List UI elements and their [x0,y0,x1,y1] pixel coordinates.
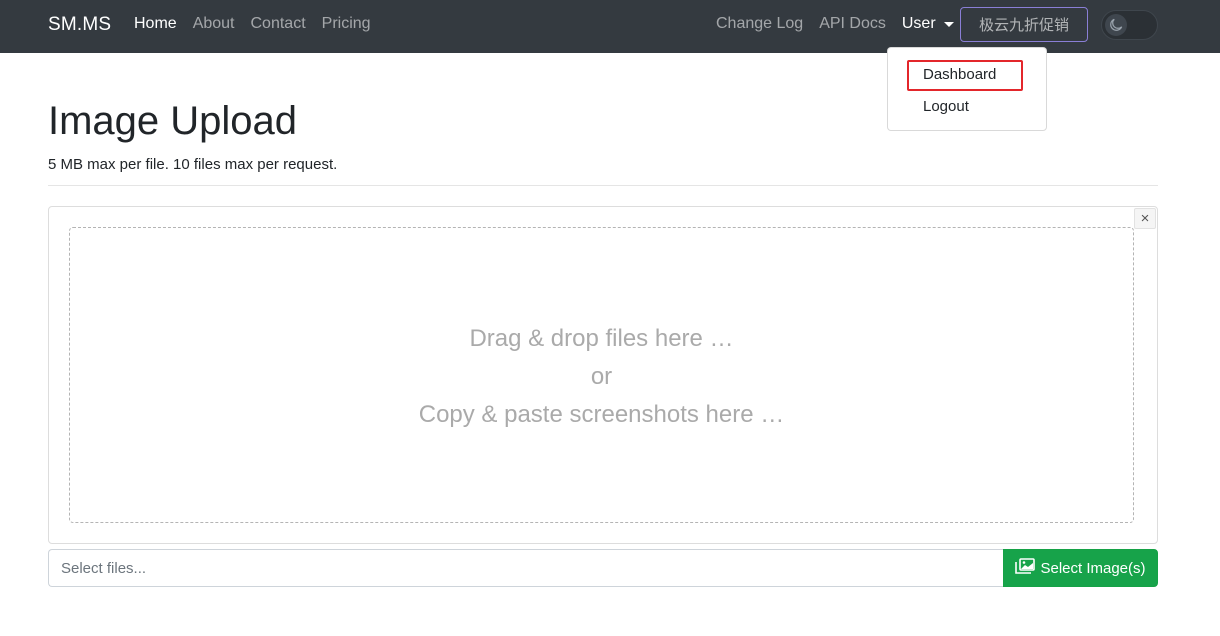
nav-link-about[interactable]: About [193,15,235,33]
user-dropdown-menu: Dashboard Logout [887,47,1047,131]
close-icon[interactable]: × [1134,208,1156,229]
nav-link-contact[interactable]: Contact [251,15,306,33]
secondary-nav: Change Log API Docs User [716,15,954,33]
select-images-label: Select Image(s) [1040,559,1146,577]
drop-zone-text-paste: Copy & paste screenshots here … [418,401,785,428]
upload-limits-text: 5 MB max per file. 10 files max per requ… [48,156,338,173]
nav-link-pricing[interactable]: Pricing [322,15,371,33]
dark-mode-toggle[interactable] [1101,10,1158,40]
user-menu-label: User [901,15,936,32]
caret-down-icon [943,22,954,27]
nav-link-api-docs[interactable]: API Docs [819,15,886,33]
brand-logo[interactable]: SM.MS [48,14,111,36]
page-title: Image Upload [48,99,298,143]
user-menu-toggle[interactable]: User [902,15,954,33]
file-select-input[interactable] [48,549,1004,587]
header-divider [48,185,1158,186]
images-icon [1015,558,1036,578]
dropdown-item-dashboard[interactable]: Dashboard [923,66,996,83]
dropdown-item-logout[interactable]: Logout [923,98,969,115]
promo-button[interactable]: 极云九折促销 [960,7,1088,42]
nav-link-home[interactable]: Home [134,15,177,33]
drop-zone-text-drag: Drag & drop files here … [469,325,734,352]
moon-icon [1105,14,1127,36]
drop-zone-text-or: or [590,363,613,390]
select-images-button[interactable]: Select Image(s) [1003,549,1158,587]
nav-link-change-log[interactable]: Change Log [716,15,803,33]
top-navbar: SM.MS Home About Contact Pricing Change … [0,0,1220,53]
primary-nav: Home About Contact Pricing [134,15,371,33]
